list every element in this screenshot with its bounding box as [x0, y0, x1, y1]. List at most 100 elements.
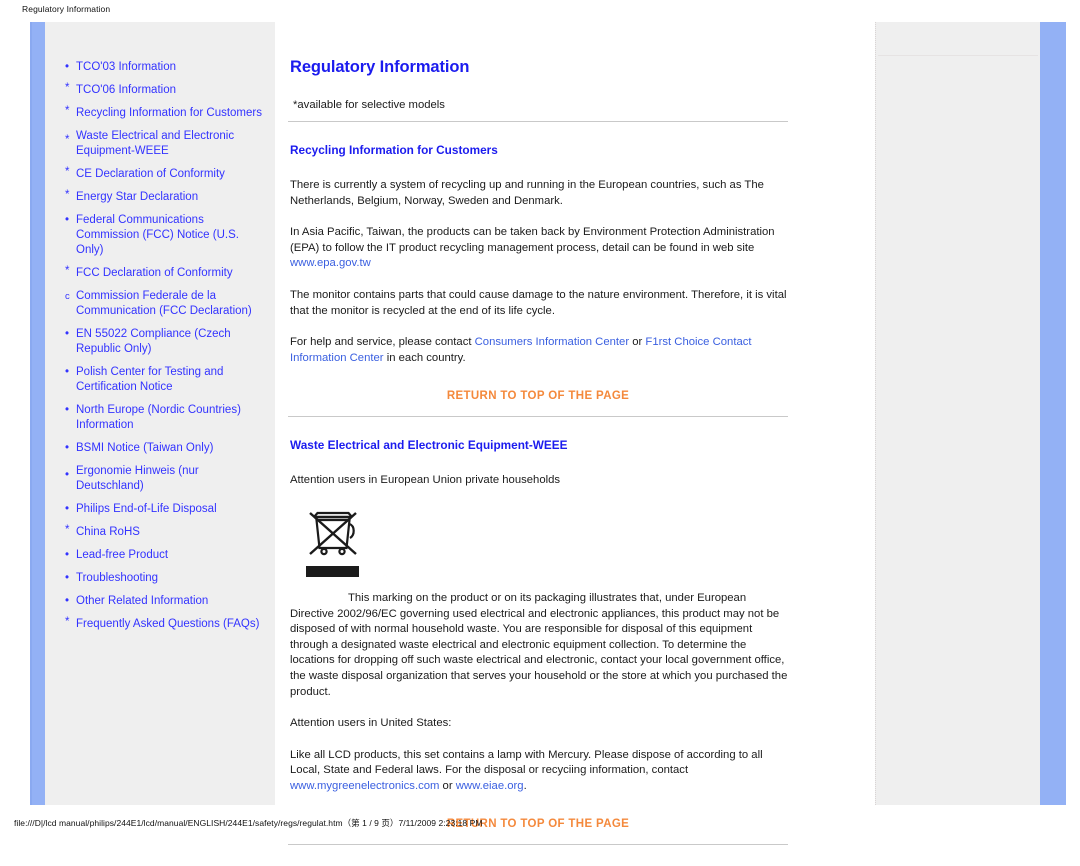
- bullet-icon: •: [65, 328, 70, 340]
- sidebar-item-10[interactable]: • Polish Center for Testing and Certifica…: [65, 365, 265, 395]
- print-footer-path: file:///D|/lcd manual/philips/244E1/lcd/…: [14, 818, 483, 828]
- bullet-icon: *: [65, 82, 70, 94]
- sidebar-item-7[interactable]: * FCC Declaration of Conformity: [65, 265, 265, 281]
- document-page: • TCO'03 Information * TCO'06 Information * R…: [30, 22, 1066, 846]
- sidebar-item-label[interactable]: Other Related Information: [76, 594, 208, 609]
- sidebar-item-label[interactable]: FCC Declaration of Conformity: [76, 266, 233, 281]
- bullet-icon: *: [65, 166, 70, 178]
- bullet-icon: •: [65, 214, 70, 226]
- sidebar-item-label[interactable]: Energy Star Declaration: [76, 190, 198, 205]
- bullet-icon: •: [65, 549, 70, 561]
- sidebar-item-label[interactable]: North Europe (Nordic Countries) Informat…: [76, 403, 265, 433]
- sidebar-item-label[interactable]: TCO'06 Information: [76, 83, 176, 98]
- sidebar-item-3[interactable]: * Waste Electrical and Electronic Equipme…: [65, 129, 265, 159]
- section-heading-recycling: Recycling Information for Customers: [290, 143, 498, 157]
- recycling-p4-lead: For help and service, please contact: [290, 336, 475, 349]
- return-to-top-link-1[interactable]: RETURN TO TOP OF THE PAGE: [288, 390, 788, 402]
- crossed-out-wheelie-bin-icon: [309, 511, 357, 556]
- availability-note: *available for selective models: [293, 99, 445, 111]
- sidebar-item-1[interactable]: * TCO'06 Information: [65, 82, 265, 98]
- recycling-paragraph-4: For help and service, please contact Con…: [290, 335, 788, 366]
- weee-paragraph-3: Attention users in United States:: [290, 717, 452, 730]
- sidebar-item-9[interactable]: • EN 55022 Compliance (Czech Republic Onl…: [65, 327, 265, 357]
- right-panel: [875, 22, 1066, 805]
- weee-paragraph-4: Like all LCD products, this set contains…: [290, 748, 788, 795]
- right-panel-grey-area: [875, 22, 1040, 805]
- sidebar-item-label[interactable]: Recycling Information for Customers: [76, 106, 262, 121]
- sidebar-item-16[interactable]: • Lead-free Product: [65, 548, 265, 563]
- sidebar-item-5[interactable]: * Energy Star Declaration: [65, 189, 265, 205]
- sidebar-item-18[interactable]: • Other Related Information: [65, 594, 265, 609]
- sidebar-item-15[interactable]: * China RoHS: [65, 524, 265, 540]
- page-title: Regulatory Information: [290, 58, 470, 76]
- bullet-icon: *: [65, 265, 70, 277]
- divider-rule-middle: [288, 416, 788, 418]
- bullet-icon: •: [65, 572, 70, 584]
- weee-p4-lead: Like all LCD products, this set contains…: [290, 748, 763, 777]
- sidebar-item-6[interactable]: • Federal Communications Commission (FCC)…: [65, 213, 265, 258]
- sidebar-item-17[interactable]: • Troubleshooting: [65, 571, 265, 586]
- section-heading-weee: Waste Electrical and Electronic Equipmen…: [290, 438, 568, 453]
- epa-link[interactable]: www.epa.gov.tw: [290, 257, 371, 269]
- sidebar-nav: • TCO'03 Information * TCO'06 Information * R…: [45, 22, 275, 805]
- bullet-icon: •: [65, 469, 70, 481]
- sidebar-item-19[interactable]: * Frequently Asked Questions (FAQs): [65, 616, 265, 632]
- sidebar-item-14[interactable]: • Philips End-of-Life Disposal: [65, 502, 265, 517]
- bullet-icon: •: [65, 404, 70, 416]
- weee-symbol: [305, 507, 365, 577]
- bullet-icon: c: [65, 291, 70, 302]
- print-header-title: Regulatory Information: [22, 4, 111, 14]
- sidebar-item-2[interactable]: * Recycling Information for Customers: [65, 105, 265, 121]
- main-content: Regulatory Information *available for se…: [275, 22, 850, 846]
- bullet-icon: *: [65, 524, 70, 536]
- sidebar-item-8[interactable]: c Commission Federale de la Communication…: [65, 289, 265, 319]
- sidebar-item-4[interactable]: * CE Declaration of Conformity: [65, 166, 265, 182]
- sidebar-item-label[interactable]: CE Declaration of Conformity: [76, 167, 225, 182]
- sidebar-item-label[interactable]: China RoHS: [76, 525, 140, 540]
- weee-p4-tail: .: [523, 779, 527, 792]
- divider-rule-bottom: [288, 844, 788, 846]
- sidebar-item-label[interactable]: Ergonomie Hinweis (nur Deutschland): [76, 464, 265, 494]
- bullet-icon: •: [65, 366, 70, 378]
- bullet-icon: •: [65, 442, 70, 454]
- recycling-p2-text: In Asia Pacific, Taiwan, the products ca…: [290, 226, 775, 254]
- sidebar-item-label[interactable]: Waste Electrical and Electronic Equipmen…: [76, 129, 265, 159]
- weee-black-bar: [306, 565, 359, 577]
- weee-paragraph-2: This marking on the product or on its pa…: [290, 591, 788, 698]
- sidebar-item-12[interactable]: • BSMI Notice (Taiwan Only): [65, 441, 265, 456]
- sidebar-item-label[interactable]: Lead-free Product: [76, 548, 168, 563]
- bullet-icon: •: [65, 61, 70, 73]
- sidebar-item-label[interactable]: TCO'03 Information: [76, 60, 176, 75]
- sidebar-item-label[interactable]: Troubleshooting: [76, 571, 158, 586]
- bullet-icon: *: [65, 134, 70, 146]
- sidebar-item-label[interactable]: Polish Center for Testing and Certificat…: [76, 365, 265, 395]
- divider-rule-top: [288, 121, 788, 122]
- sidebar-item-0[interactable]: • TCO'03 Information: [65, 60, 265, 75]
- recycling-p4-mid: or: [629, 336, 646, 349]
- sidebar-item-11[interactable]: • North Europe (Nordic Countries) Informa…: [65, 403, 265, 433]
- weee-p4-mid: or: [439, 779, 456, 792]
- recycling-p4-tail: in each country.: [383, 351, 466, 364]
- bullet-icon: *: [65, 189, 70, 201]
- bullet-icon: •: [65, 503, 70, 515]
- sidebar-item-label[interactable]: Commission Federale de la Communication …: [76, 289, 265, 319]
- sidebar-item-label[interactable]: EN 55022 Compliance (Czech Republic Only…: [76, 327, 265, 357]
- bullet-icon: •: [65, 595, 70, 607]
- right-panel-hairline: [878, 55, 1038, 56]
- consumers-information-center-link[interactable]: Consumers Information Center: [475, 336, 629, 348]
- sidebar-item-label[interactable]: BSMI Notice (Taiwan Only): [76, 441, 213, 456]
- right-blue-rail: [1040, 22, 1066, 805]
- sidebar-item-13[interactable]: • Ergonomie Hinweis (nur Deutschland): [65, 464, 265, 494]
- eiae-link[interactable]: www.eiae.org: [456, 780, 524, 792]
- sidebar-link-list: • TCO'03 Information * TCO'06 Information * R…: [65, 60, 265, 640]
- sidebar-item-label[interactable]: Federal Communications Commission (FCC) …: [76, 213, 265, 258]
- recycling-paragraph-1: There is currently a system of recycling…: [290, 179, 764, 207]
- bullet-icon: *: [65, 105, 70, 117]
- recycling-paragraph-3: The monitor contains parts that could ca…: [290, 288, 787, 317]
- recycling-paragraph-2: In Asia Pacific, Taiwan, the products ca…: [290, 225, 788, 272]
- mygreenelectronics-link[interactable]: www.mygreenelectronics.com: [290, 780, 439, 792]
- weee-paragraph-1: Attention users in European Union privat…: [290, 474, 561, 487]
- sidebar-item-label[interactable]: Frequently Asked Questions (FAQs): [76, 617, 259, 632]
- bullet-icon: *: [65, 616, 70, 628]
- sidebar-item-label[interactable]: Philips End-of-Life Disposal: [76, 502, 217, 517]
